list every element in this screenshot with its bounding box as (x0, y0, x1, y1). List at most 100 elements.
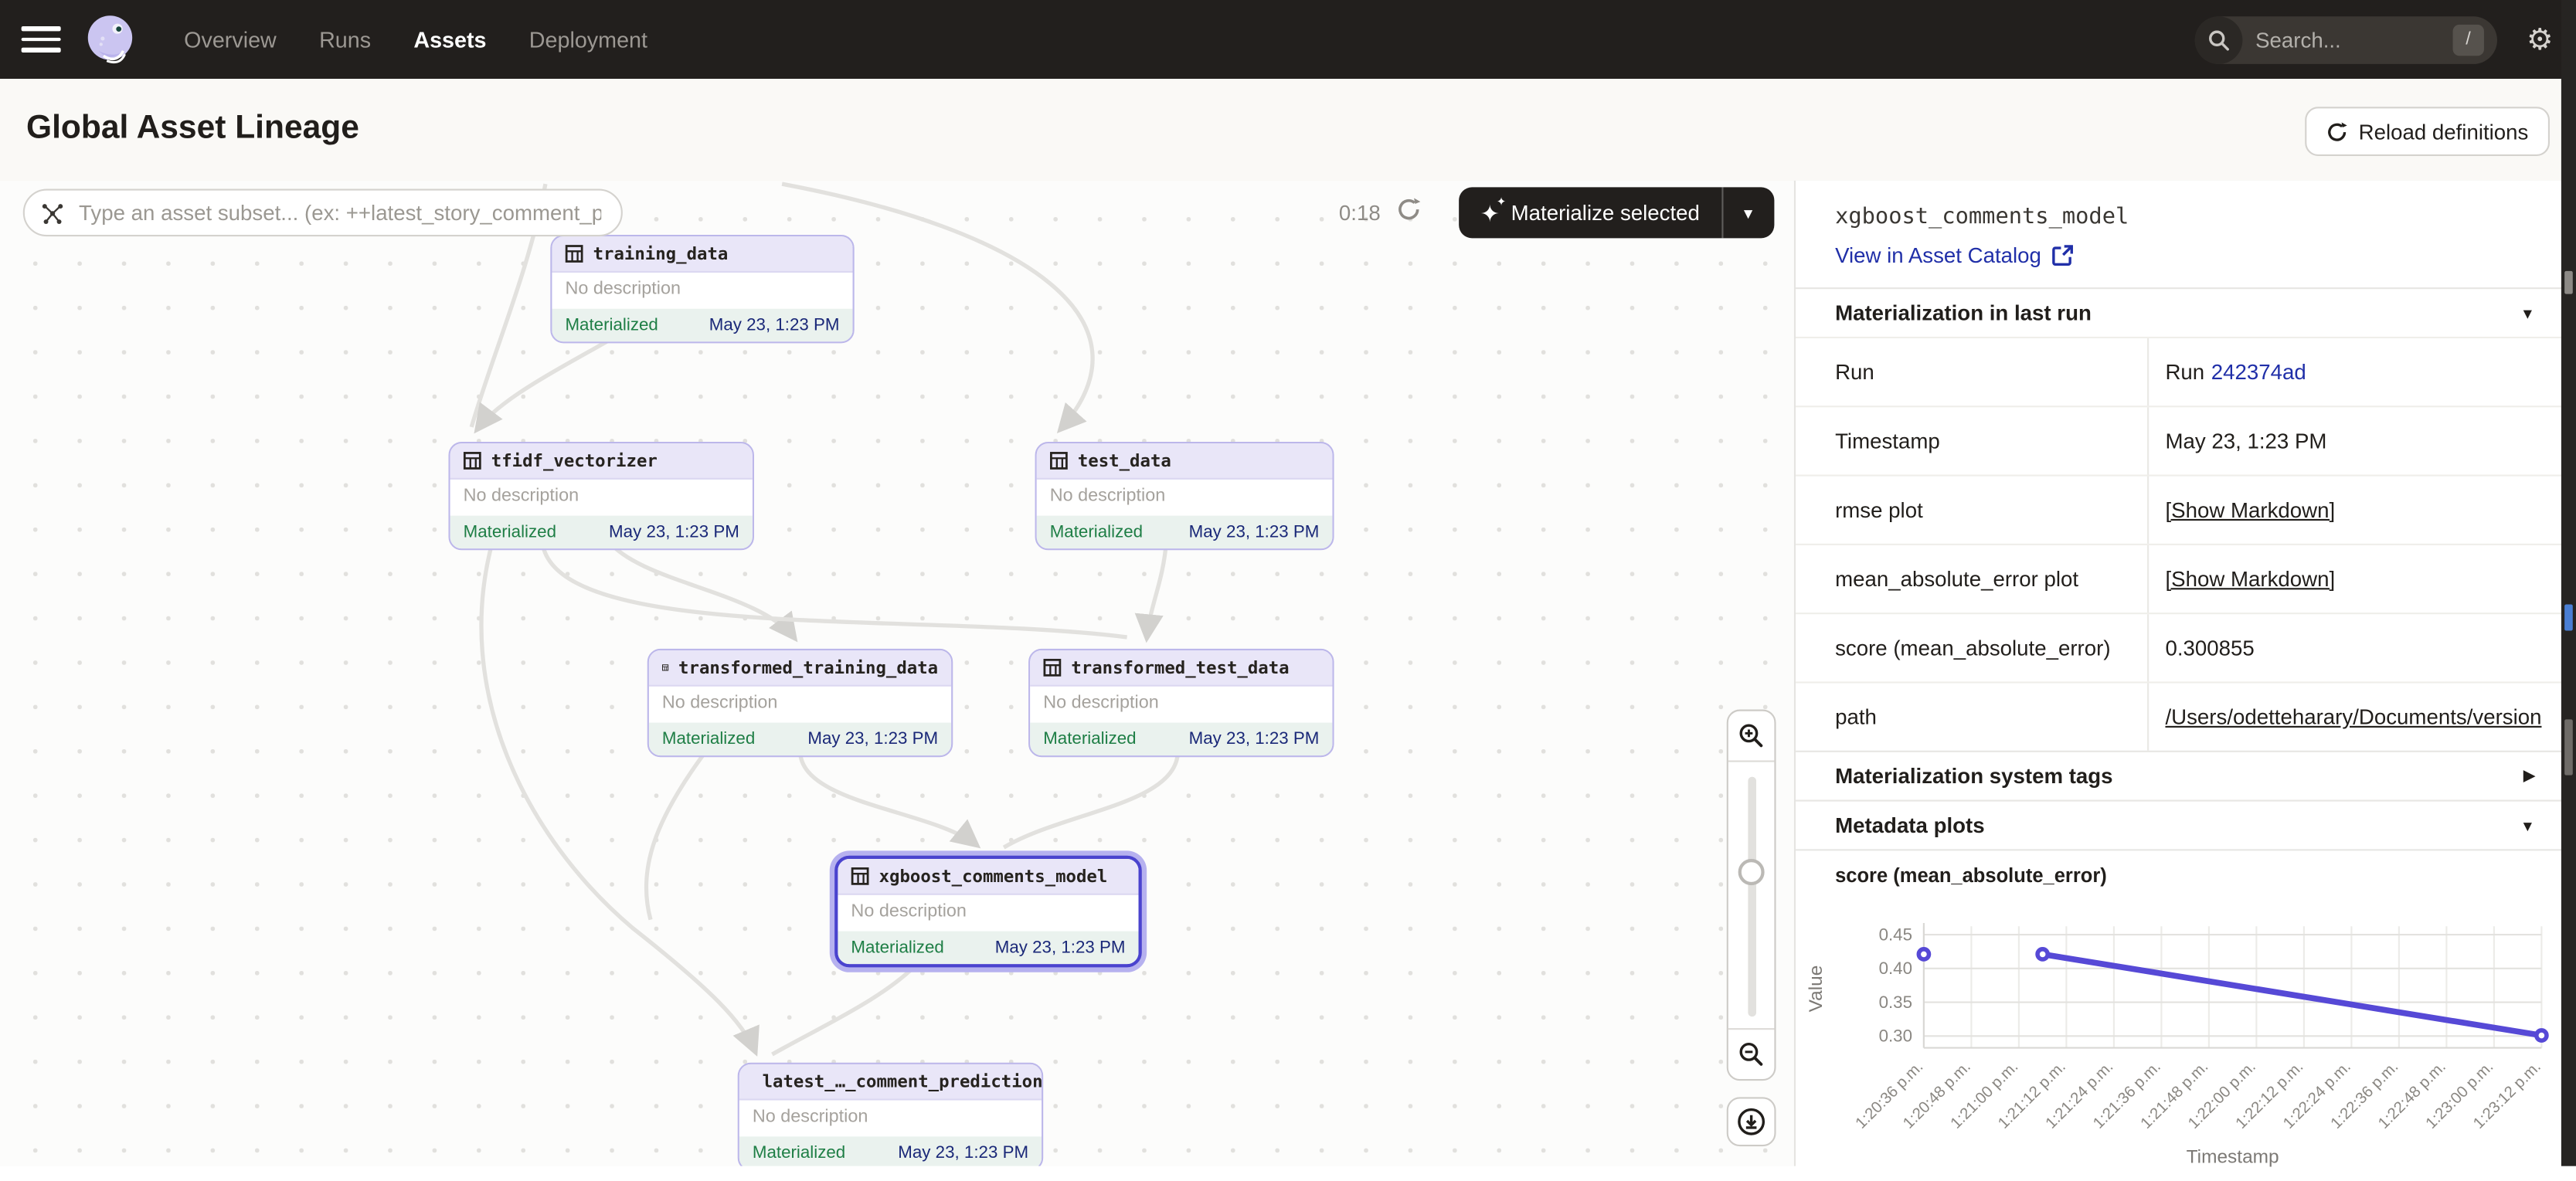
show-markdown-link[interactable]: [Show Markdown] (2165, 567, 2335, 592)
asset-description: No description (838, 895, 1138, 932)
search-shortcut-badge: / (2452, 24, 2483, 55)
zoom-in-icon (1738, 723, 1765, 749)
asset-node-xgboost-comments-model[interactable]: xgboost_comments_model No description Ma… (834, 856, 1142, 968)
zoom-control (1727, 710, 1776, 1081)
zoom-out-button[interactable] (1728, 1028, 1775, 1079)
nav-item-runs[interactable]: Runs (319, 27, 371, 52)
metric-chart-title: score (mean_absolute_error) (1796, 849, 2561, 890)
lineage-canvas[interactable]: training_data No description Materialize… (0, 181, 1794, 1166)
asset-timestamp[interactable]: May 23, 1:23 PM (709, 315, 840, 335)
view-in-asset-catalog-link[interactable]: View in Asset Catalog (1796, 230, 2561, 287)
asset-status: Materialized (1043, 729, 1136, 749)
show-markdown-link[interactable]: [Show Markdown] (2165, 497, 2335, 522)
svg-text:Timestamp: Timestamp (2187, 1146, 2279, 1167)
asset-description: No description (450, 480, 753, 516)
chevron-down-icon: ▼ (2520, 304, 2535, 321)
search-input[interactable] (2252, 25, 2423, 53)
section-materialization-system-tags[interactable]: Materialization system tags ▶ (1796, 751, 2561, 800)
graph-filter-icon (41, 201, 64, 224)
page-header: Global Asset Lineage Reload definitions (0, 79, 2576, 182)
asset-status: Materialized (662, 729, 755, 749)
metadata-row-score: score (mean_absolute_error) 0.300855 (1796, 613, 2561, 681)
metadata-row-path: path /Users/odetteharary/Documents/versi… (1796, 681, 2561, 750)
asset-subset-input[interactable] (76, 199, 605, 226)
row-label: Timestamp (1796, 407, 2147, 474)
search-icon (2194, 15, 2242, 63)
row-label: Run (1796, 338, 2147, 406)
table-icon (662, 659, 668, 677)
row-label: path (1796, 684, 2147, 751)
asset-timestamp[interactable]: May 23, 1:23 PM (1189, 522, 1320, 542)
svg-text:0.45: 0.45 (1879, 925, 1912, 944)
metric-chart[interactable]: 0.300.350.400.451:20:36 p.m.1:20:48 p.m.… (1796, 890, 2561, 1180)
metadata-row-rmse-plot: rmse plot [Show Markdown] (1796, 475, 2561, 544)
asset-timestamp[interactable]: May 23, 1:23 PM (807, 729, 938, 749)
metadata-row-run: Run Run242374ad (1796, 337, 2561, 406)
download-image-button[interactable] (1727, 1097, 1776, 1146)
row-label: rmse plot (1796, 477, 2147, 544)
asset-node-training-data[interactable]: training_data No description Materialize… (550, 235, 854, 343)
nav-item-assets[interactable]: Assets (413, 27, 486, 52)
asset-node-tfidf-vectorizer[interactable]: tfidf_vectorizer No description Material… (448, 442, 753, 550)
path-link[interactable]: /Users/odetteharary/Documents/version (2165, 704, 2541, 729)
asset-timestamp[interactable]: May 23, 1:23 PM (1189, 729, 1320, 749)
page-title: Global Asset Lineage (26, 110, 359, 148)
refresh-icon (2326, 120, 2347, 142)
asset-node-test-data[interactable]: test_data No description MaterializedMay… (1035, 442, 1334, 550)
materialize-dropdown-caret[interactable]: ▼ (1723, 205, 1774, 221)
nav-item-overview[interactable]: Overview (184, 27, 277, 52)
svg-text:0.40: 0.40 (1879, 959, 1912, 978)
refresh-icon[interactable] (1396, 197, 1421, 230)
svg-text:Value: Value (1806, 966, 1827, 1013)
asset-name: transformed_test_data (1071, 658, 1289, 678)
dagster-logo[interactable] (82, 12, 138, 67)
asset-timestamp[interactable]: May 23, 1:23 PM (995, 938, 1126, 958)
hamburger-menu-icon[interactable] (22, 26, 61, 53)
table-icon (565, 245, 583, 263)
asset-description: No description (649, 687, 951, 723)
table-icon (851, 867, 868, 885)
sparkle-icon: ✦ (1480, 201, 1500, 224)
materialize-selected-button[interactable]: ✦ Materialize selected ▼ (1459, 187, 1773, 238)
asset-description: No description (552, 273, 852, 309)
reload-definitions-button[interactable]: Reload definitions (2304, 107, 2550, 156)
section-metadata-plots[interactable]: Metadata plots ▼ (1796, 800, 2561, 850)
asset-node-latest-comment-predictions[interactable]: latest_…_comment_predictions No descript… (738, 1063, 1043, 1166)
row-label: score (mean_absolute_error) (1796, 614, 2147, 681)
row-label: mean_absolute_error plot (1796, 545, 2147, 613)
table-icon (1043, 659, 1061, 677)
table-icon (464, 452, 481, 470)
row-value: 0.300855 (2147, 614, 2561, 681)
zoom-slider-knob[interactable] (1738, 859, 1765, 885)
asset-name: latest_…_comment_predictions (763, 1071, 1044, 1091)
asset-status: Materialized (753, 1143, 845, 1163)
refresh-timer: 0:18 (1339, 200, 1381, 225)
gear-icon[interactable]: ⚙ (2527, 25, 2553, 54)
asset-description: No description (739, 1101, 1042, 1137)
asset-status: Materialized (1050, 522, 1143, 542)
top-nav: Overview Runs Assets Deployment / ⚙ (0, 0, 2576, 79)
download-icon (1736, 1107, 1765, 1136)
asset-timestamp[interactable]: May 23, 1:23 PM (609, 522, 739, 542)
asset-timestamp[interactable]: May 23, 1:23 PM (898, 1143, 1028, 1163)
nav-links: Overview Runs Assets Deployment (184, 27, 647, 52)
asset-description: No description (1030, 687, 1332, 723)
section-materialization-last-run[interactable]: Materialization in last run ▼ (1796, 287, 2561, 337)
asset-status: Materialized (464, 522, 556, 542)
metadata-row-timestamp: Timestamp May 23, 1:23 PM (1796, 406, 2561, 474)
asset-node-transformed-test-data[interactable]: transformed_test_data No description Mat… (1028, 649, 1334, 757)
zoom-slider-track[interactable] (1748, 777, 1756, 1016)
row-value: May 23, 1:23 PM (2147, 407, 2561, 474)
zoom-in-button[interactable] (1728, 711, 1775, 762)
nav-item-deployment[interactable]: Deployment (529, 27, 647, 52)
asset-description: No description (1037, 480, 1333, 516)
run-id-link[interactable]: 242374ad (2211, 360, 2306, 385)
table-icon (1050, 452, 1068, 470)
asset-subset-filter[interactable] (23, 189, 623, 237)
global-search[interactable]: / (2194, 15, 2496, 63)
chevron-right-icon: ▶ (2523, 767, 2535, 785)
asset-name: training_data (593, 244, 729, 264)
svg-text:0.35: 0.35 (1879, 993, 1912, 1012)
asset-status: Materialized (565, 315, 658, 335)
asset-node-transformed-training-data[interactable]: transformed_training_data No description… (647, 649, 953, 757)
